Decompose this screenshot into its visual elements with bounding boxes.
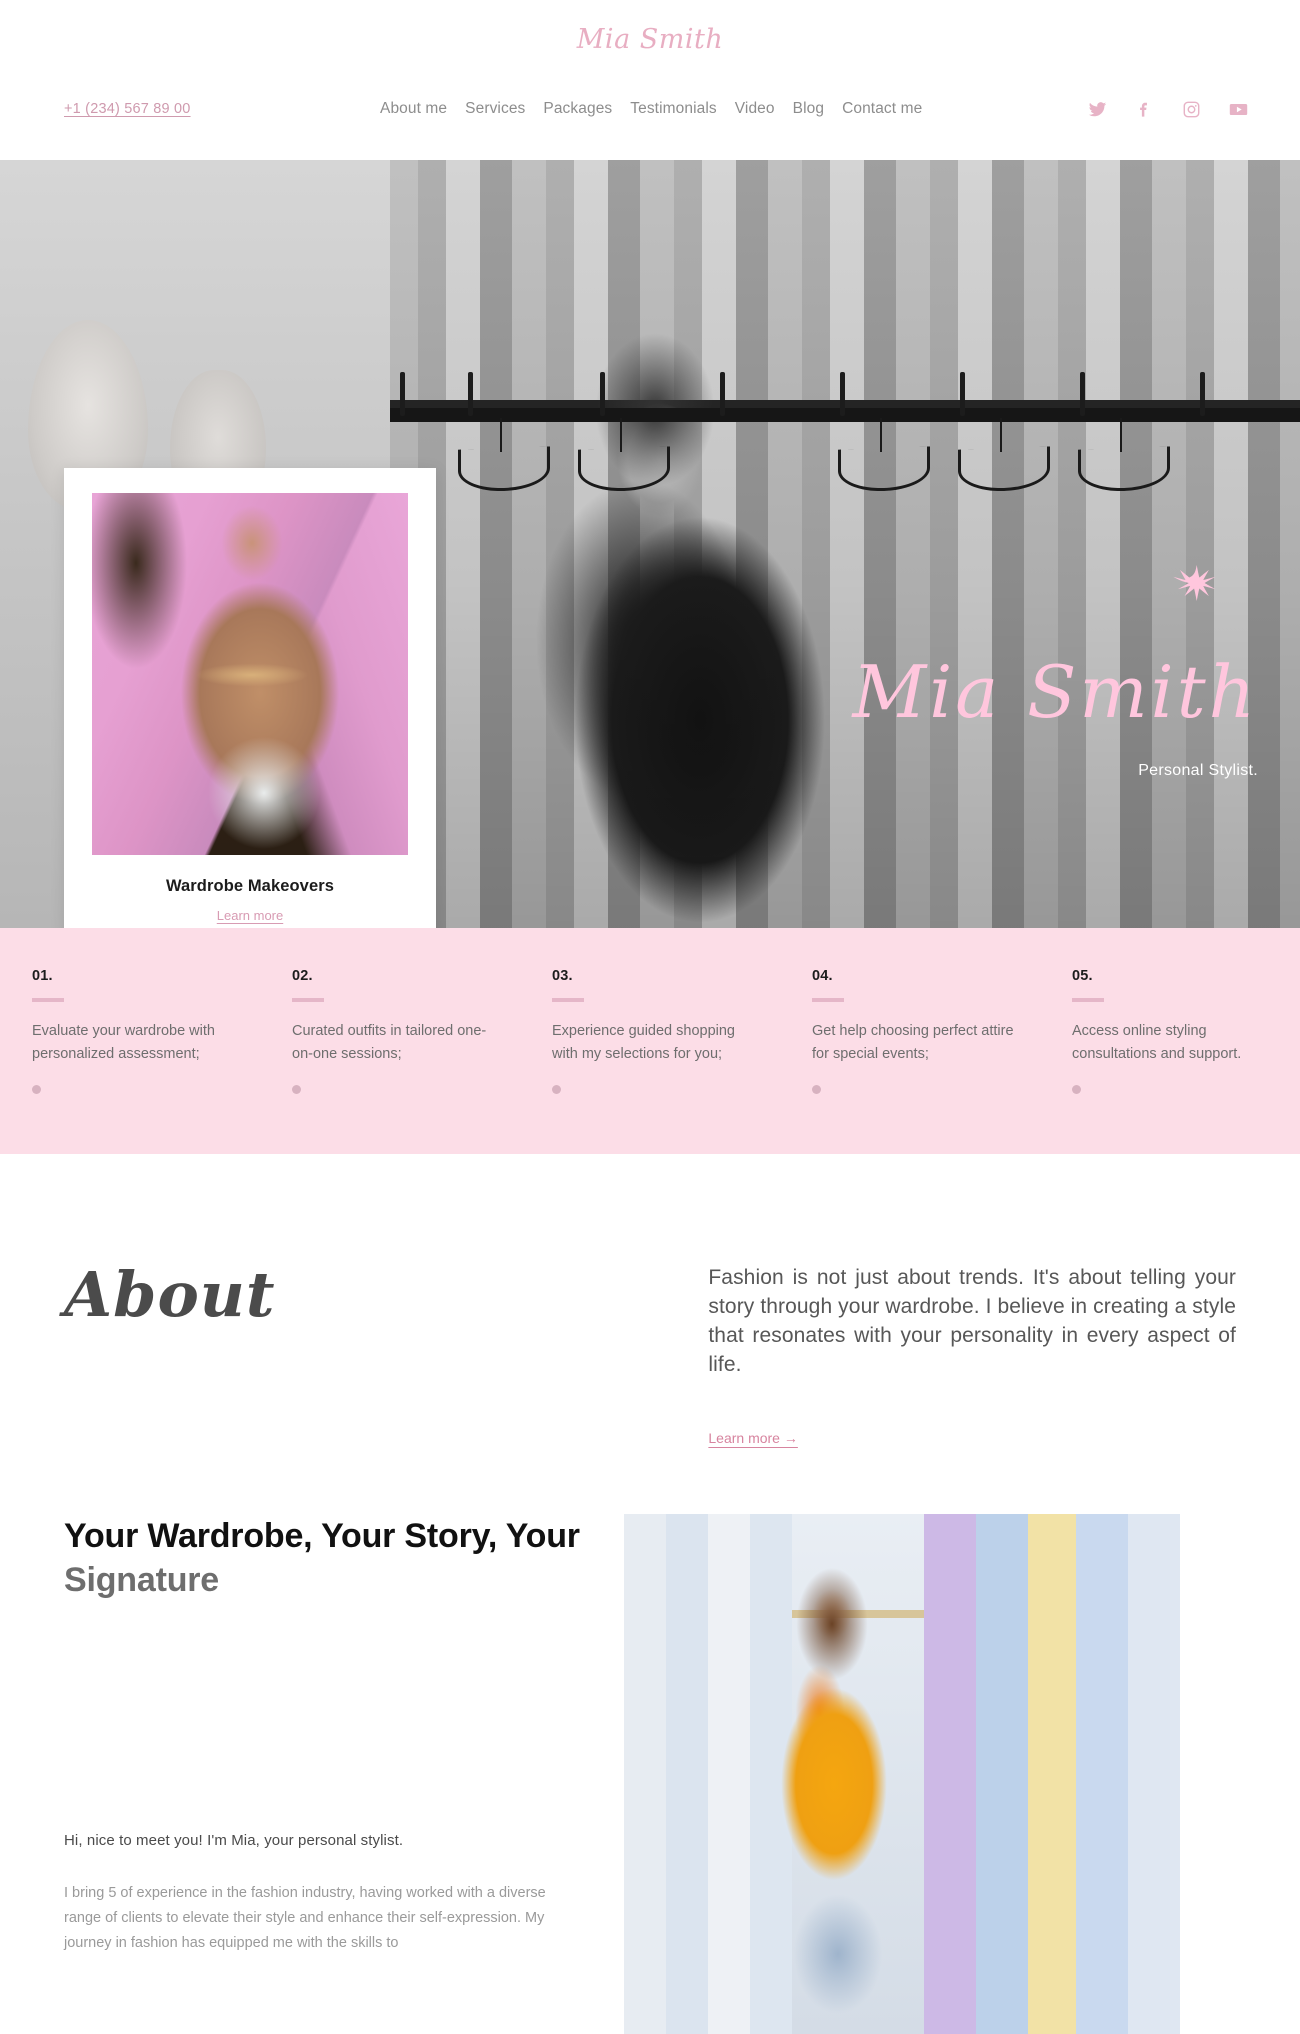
rack-hook <box>600 372 605 416</box>
main-nav: About me Services Packages Testimonials … <box>380 100 922 118</box>
feature-divider <box>1072 998 1104 1002</box>
clothes-hanger <box>1000 418 1002 452</box>
story-photo <box>624 1513 1180 2034</box>
about-learn-more-link[interactable]: Learn more → <box>708 1430 797 1446</box>
feature-text: Curated outfits in tailored one-on-one s… <box>292 1023 487 1063</box>
feature-text: Access online styling consultations and … <box>1072 1023 1242 1063</box>
header-bar: +1 (234) 567 89 00 About me Services Pac… <box>0 92 1300 126</box>
rack-hook <box>960 372 965 416</box>
story-body-paragraph: I bring 5 of experience in the fashion i… <box>64 1885 546 1952</box>
clothing-rack-bar <box>390 408 1300 422</box>
feature-item-04: 04. Get help choosing perfect attire for… <box>780 968 1040 1094</box>
rack-hook <box>720 372 725 416</box>
twitter-icon[interactable] <box>1088 100 1107 119</box>
about-lead-paragraph: Fashion is not just about trends. It's a… <box>708 1265 1236 1376</box>
card-learn-more-link[interactable]: Learn more <box>92 908 408 923</box>
nav-item-blog[interactable]: Blog <box>793 100 824 118</box>
feature-text: Evaluate your wardrobe with personalized… <box>32 1023 215 1063</box>
about-heading-column: About <box>64 1257 652 1331</box>
feature-item-02: 02. Curated outfits in tailored one-on-o… <box>260 968 520 1094</box>
story-heading-main: Your Wardrobe, Your Story, Your <box>64 1516 580 1555</box>
story-heading: Your Wardrobe, Your Story, Your Signatur… <box>64 1514 584 1602</box>
feature-bullet-dot <box>1072 1084 1081 1094</box>
brand-logo[interactable]: Mia Smith <box>0 24 1300 55</box>
rack-hook <box>840 372 845 416</box>
nav-item-about-me[interactable]: About me <box>380 100 447 118</box>
feature-bullet-dot <box>292 1084 301 1094</box>
instagram-icon[interactable] <box>1182 100 1201 119</box>
sparkle-star-icon <box>1172 564 1220 612</box>
nav-item-packages[interactable]: Packages <box>543 100 612 118</box>
wardrobe-makeovers-card[interactable]: Wardrobe Makeovers Learn more <box>64 468 436 928</box>
feature-number: 01. <box>32 968 53 984</box>
story-heading-accent: Signature <box>64 1561 220 1600</box>
rack-hook <box>400 372 405 416</box>
phone-link[interactable]: +1 (234) 567 89 00 <box>64 101 191 117</box>
feature-divider <box>552 998 584 1002</box>
feature-number: 04. <box>812 968 833 984</box>
rack-hook <box>468 372 473 416</box>
about-title: About <box>64 1257 276 1331</box>
feature-item-03: 03. Experience guided shopping with my s… <box>520 968 780 1094</box>
story-section: Your Wardrobe, Your Story, Your Signatur… <box>0 1448 1300 2034</box>
feature-bullet-dot <box>32 1084 41 1094</box>
feature-divider <box>32 998 64 1002</box>
story-text-column: Your Wardrobe, Your Story, Your Signatur… <box>64 1514 624 1956</box>
card-photo <box>92 493 408 855</box>
about-text-column: Fashion is not just about trends. It's a… <box>708 1264 1236 1448</box>
clothes-hanger <box>500 418 502 452</box>
site-header: Mia Smith +1 (234) 567 89 00 About me Se… <box>0 0 1300 160</box>
features-band: 01. Evaluate your wardrobe with personal… <box>0 928 1300 1154</box>
feature-text: Get help choosing perfect attire for spe… <box>812 1023 1014 1063</box>
nav-item-video[interactable]: Video <box>735 100 775 118</box>
youtube-icon[interactable] <box>1229 100 1248 119</box>
feature-number: 02. <box>292 968 313 984</box>
hero-title-block: Mia Smith Personal Stylist. <box>852 565 1259 780</box>
feature-text: Experience guided shopping with my selec… <box>552 1023 735 1063</box>
feature-number: 03. <box>552 968 573 984</box>
story-image-column <box>624 1513 1180 2034</box>
rack-hook <box>1200 372 1205 416</box>
clothes-hanger <box>880 418 882 452</box>
about-section: About Fashion is not just about trends. … <box>0 1154 1300 1448</box>
card-title: Wardrobe Makeovers <box>165 877 335 895</box>
feature-divider <box>292 998 324 1002</box>
feature-bullet-dot <box>812 1084 821 1094</box>
hero-title: Mia Smith <box>852 650 1258 734</box>
nav-item-contact-me[interactable]: Contact me <box>842 100 922 118</box>
feature-item-05: 05. Access online styling consultations … <box>1040 968 1300 1094</box>
feature-divider <box>812 998 844 1002</box>
social-links <box>1088 100 1248 119</box>
feature-item-01: 01. Evaluate your wardrobe with personal… <box>0 968 260 1094</box>
feature-number: 05. <box>1072 968 1093 984</box>
nav-item-services[interactable]: Services <box>465 100 525 118</box>
rack-hook <box>1080 372 1085 416</box>
story-greeting: Hi, nice to meet you! I'm Mia, your pers… <box>64 1832 404 1850</box>
nav-item-testimonials[interactable]: Testimonials <box>630 100 716 118</box>
clothes-hanger <box>620 418 622 452</box>
hero-section: Wardrobe Makeovers Learn more Mia Smith … <box>0 160 1300 928</box>
feature-bullet-dot <box>552 1084 561 1094</box>
clothes-hanger <box>1120 418 1122 452</box>
hero-subtitle: Personal Stylist. <box>1138 762 1258 779</box>
facebook-icon[interactable] <box>1135 100 1154 119</box>
